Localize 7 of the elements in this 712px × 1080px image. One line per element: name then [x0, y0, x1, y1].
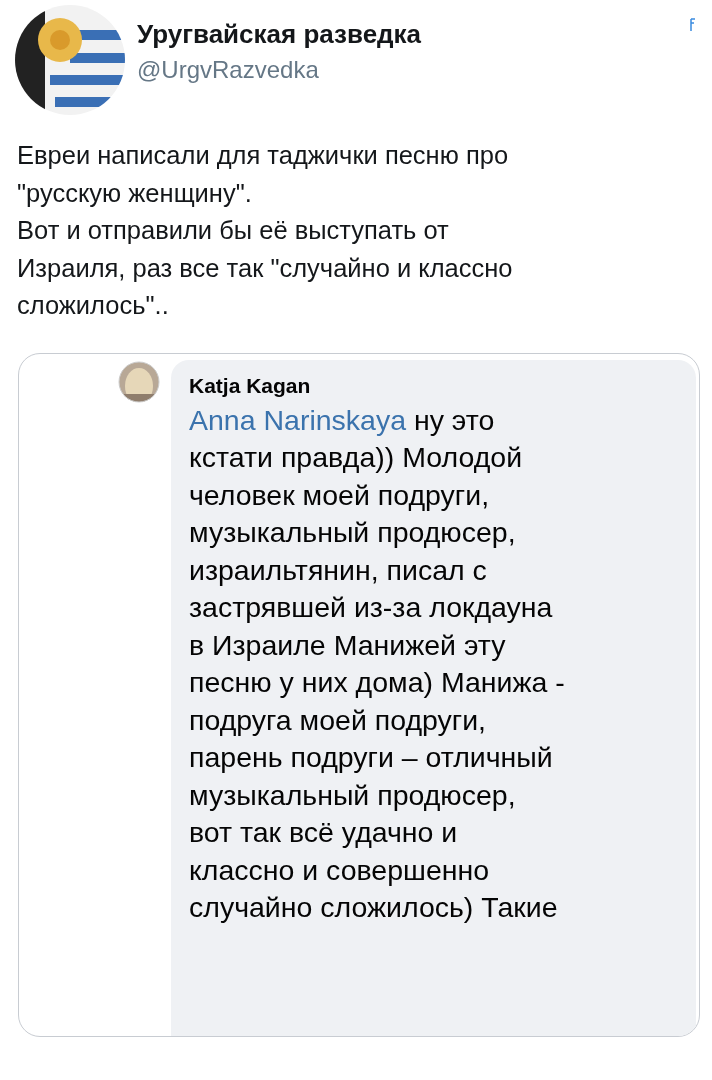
commenter-name[interactable]: Katja Kagan [189, 373, 686, 398]
comment-text: Anna Narinskaya ну это кстати правда)) Молодой человек моей подруги, музыкальный продюсер, израильтянин, писал с застрявшей из-за локдауна в Израиле Манижей эту песню у них дома) Манижа - подруга моей подруги, парень подруги – отличный музыкальный продюсер, вот так всё удачно и классно и совершенно случайно сложилось) Такие [189, 402, 566, 925]
mark-icon [688, 18, 696, 32]
mention-link[interactable]: Anna Narinskaya [189, 403, 407, 436]
account-handle: @UrgvRazvedka [137, 55, 320, 84]
tweet-text: Евреи написали для таджички песню про "русскую женщину". Вот и отправили бы её выступать от Израиля, раз все так "случайно и классно сложилось".. [17, 140, 514, 321]
account-name: Уругвайская разведка [137, 18, 422, 49]
